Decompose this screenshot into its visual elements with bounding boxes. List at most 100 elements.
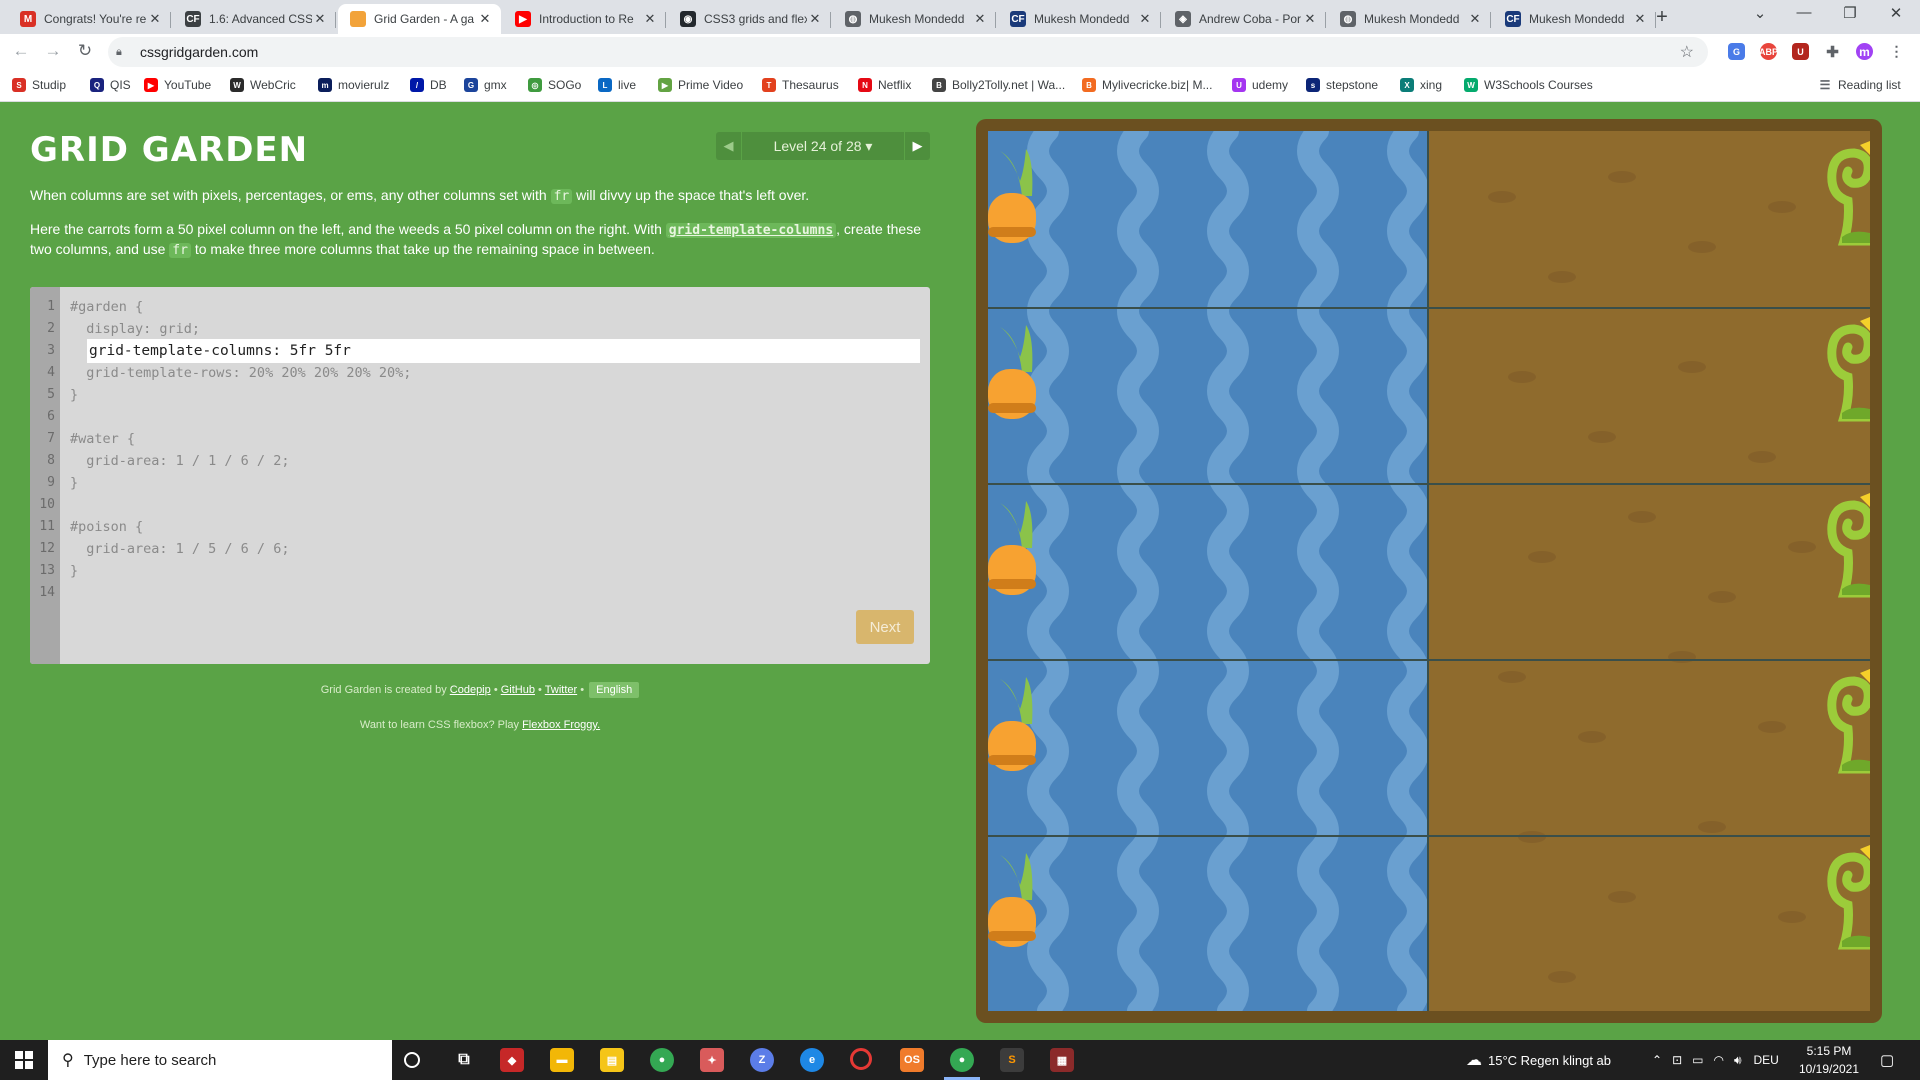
next-level-icon[interactable]: ▶ bbox=[904, 132, 930, 160]
level-indicator[interactable]: Level 24 of 28 ▾ bbox=[742, 138, 904, 155]
bookmark-item[interactable]: B Bolly2Tolly.net | Wa... bbox=[932, 78, 1065, 92]
translate-extension-icon[interactable]: G bbox=[1728, 43, 1745, 60]
address-bar[interactable]: 🔒︎ cssgridgarden.com ☆ bbox=[108, 37, 1708, 67]
close-tab-icon[interactable]: ✕ bbox=[972, 11, 988, 27]
close-tab-icon[interactable]: ✕ bbox=[1302, 11, 1318, 27]
sticky-notes-icon[interactable]: ▤ bbox=[600, 1048, 624, 1072]
os-app-icon[interactable]: OS bbox=[900, 1048, 924, 1072]
reading-list-button[interactable]: ☰ Reading list bbox=[1818, 78, 1901, 92]
forward-icon[interactable]: → bbox=[42, 41, 64, 61]
twitter-link[interactable]: Twitter bbox=[545, 684, 577, 696]
bookmark-item[interactable]: Q QIS bbox=[90, 78, 131, 92]
edge-icon[interactable]: e bbox=[800, 1048, 824, 1072]
bookmark-item[interactable]: Llive bbox=[598, 78, 636, 92]
bookmark-item[interactable]: Uudemy bbox=[1232, 78, 1288, 92]
browser-tab[interactable]: CF 1.6: Advanced CSS ✕ bbox=[173, 4, 336, 34]
close-tab-icon[interactable]: ✕ bbox=[312, 11, 328, 27]
app-icon-red[interactable]: ◆ bbox=[500, 1048, 524, 1072]
browser-tab[interactable]: M Congrats! You're re ✕ bbox=[8, 4, 171, 34]
browser-tab[interactable]: ◍ Mukesh Mondedd ✕ bbox=[1328, 4, 1491, 34]
bookmark-item[interactable]: m movierulz bbox=[318, 78, 389, 92]
browser-tab[interactable]: ◍ Mukesh Mondedd ✕ bbox=[833, 4, 996, 34]
file-explorer-icon[interactable]: ▬ bbox=[550, 1048, 574, 1072]
browser-tab[interactable]: Grid Garden - A ga ✕ bbox=[338, 4, 501, 34]
new-tab-icon[interactable]: + bbox=[1650, 6, 1674, 29]
chrome-active-icon[interactable]: ● bbox=[950, 1048, 974, 1072]
weather-widget[interactable]: ☁ 15°C Regen klingt ab bbox=[1466, 1040, 1611, 1080]
bookmark-star-icon[interactable]: ☆ bbox=[1680, 42, 1694, 62]
bookmark-item[interactable]: ◎ SOGo bbox=[528, 78, 581, 92]
bookmark-label: SOGo bbox=[548, 78, 582, 92]
close-tab-icon[interactable]: ✕ bbox=[1467, 11, 1483, 27]
bookmark-item[interactable]: Ggmx bbox=[464, 78, 507, 92]
browser-tab[interactable]: ◉ CSS3 grids and flex ✕ bbox=[668, 4, 831, 34]
close-window-icon[interactable]: ✕ bbox=[1876, 4, 1916, 22]
volume-icon[interactable]: 🔊︎ bbox=[1734, 1053, 1742, 1068]
next-button[interactable]: Next bbox=[856, 610, 914, 644]
profile-avatar[interactable]: m bbox=[1856, 43, 1873, 60]
task-view-icon[interactable]: ⧉ bbox=[452, 1048, 476, 1072]
bookmark-item[interactable]: W WebCric bbox=[230, 78, 296, 92]
wifi-icon[interactable]: ◠ bbox=[1713, 1053, 1723, 1067]
opera-icon[interactable] bbox=[850, 1048, 872, 1070]
start-button[interactable] bbox=[0, 1040, 48, 1080]
chrome-icon[interactable]: ● bbox=[650, 1048, 674, 1072]
game-icon[interactable]: ✦ bbox=[700, 1048, 724, 1072]
close-tab-icon[interactable]: ✕ bbox=[1137, 11, 1153, 27]
answer-input[interactable] bbox=[87, 339, 920, 363]
browser-tab[interactable]: ◈ Andrew Coba - Por ✕ bbox=[1163, 4, 1326, 34]
battery-icon[interactable]: ▭ bbox=[1692, 1053, 1703, 1067]
zoom-icon[interactable]: Z bbox=[750, 1048, 774, 1072]
previous-level-icon[interactable]: ◀ bbox=[716, 132, 742, 160]
input-language[interactable]: DEU bbox=[1754, 1053, 1779, 1067]
bookmark-item[interactable]: Xxing bbox=[1400, 78, 1442, 92]
browser-menu-icon[interactable]: ⋮ bbox=[1888, 43, 1905, 60]
browser-tab[interactable]: ▶ Introduction to Re ✕ bbox=[503, 4, 666, 34]
tray-icons: ⌃ ⊡ ▭ ◠ 🔊︎ DEU bbox=[1652, 1040, 1779, 1080]
cortana-icon[interactable] bbox=[404, 1052, 420, 1068]
adblock-extension-icon[interactable]: ABP bbox=[1759, 43, 1778, 60]
bookmark-item[interactable]: N Netflix bbox=[858, 78, 911, 92]
bookmark-favicon-icon: B bbox=[1082, 78, 1096, 92]
network-drive-icon[interactable]: ⊡ bbox=[1672, 1053, 1682, 1067]
inline-code-grid-template-columns[interactable]: grid-template-columns bbox=[665, 223, 837, 238]
close-tab-icon[interactable]: ✕ bbox=[807, 11, 823, 27]
winrar-icon[interactable]: ▦ bbox=[1050, 1048, 1074, 1072]
ublock-extension-icon[interactable]: U bbox=[1792, 43, 1809, 60]
extensions-puzzle-icon[interactable]: ✚ bbox=[1824, 43, 1841, 61]
taskbar-search-box[interactable]: ⚲ Type here to search bbox=[48, 1040, 392, 1080]
restore-icon[interactable]: ❐ bbox=[1830, 4, 1870, 22]
close-tab-icon[interactable]: ✕ bbox=[147, 11, 163, 27]
github-link[interactable]: GitHub bbox=[501, 684, 535, 696]
reload-icon[interactable]: ↻ bbox=[74, 41, 96, 61]
tab-search-icon[interactable]: ⌄ bbox=[1740, 4, 1780, 22]
reading-list-icon: ☰ bbox=[1819, 78, 1831, 92]
soil-spot bbox=[1608, 171, 1636, 183]
bookmark-item[interactable]: B Mylivecricke.biz| M... bbox=[1082, 78, 1212, 92]
close-tab-icon[interactable]: ✕ bbox=[477, 11, 493, 27]
bookmark-item[interactable]: s stepstone bbox=[1306, 78, 1378, 92]
browser-tab[interactable]: CF Mukesh Mondedd ✕ bbox=[1493, 4, 1656, 34]
bookmark-item[interactable]: / DB bbox=[410, 78, 447, 92]
close-tab-icon[interactable]: ✕ bbox=[642, 11, 658, 27]
sublime-text-icon[interactable]: S bbox=[1000, 1048, 1024, 1072]
bookmark-item[interactable]: W W3Schools Courses bbox=[1464, 78, 1593, 92]
soil-spot bbox=[1608, 891, 1636, 903]
lock-icon[interactable]: 🔒︎ bbox=[116, 46, 132, 59]
back-icon[interactable]: ← bbox=[10, 41, 32, 61]
bookmark-item[interactable]: ▶ YouTube bbox=[144, 78, 211, 92]
notification-center-icon[interactable]: ▢ bbox=[1880, 1040, 1894, 1080]
close-tab-icon[interactable]: ✕ bbox=[1632, 11, 1648, 27]
codepip-link[interactable]: Codepip bbox=[450, 684, 491, 696]
bookmark-item[interactable]: ▶ Prime Video bbox=[658, 78, 743, 92]
bookmark-item[interactable]: S Studip bbox=[12, 78, 66, 92]
bookmark-item[interactable]: T Thesaurus bbox=[762, 78, 839, 92]
system-clock[interactable]: 5:15 PM 10/19/2021 bbox=[1796, 1042, 1862, 1078]
browser-tab[interactable]: CF Mukesh Mondedd ✕ bbox=[998, 4, 1161, 34]
flexbox-froggy-link[interactable]: Flexbox Froggy. bbox=[522, 719, 600, 731]
language-selector[interactable]: English bbox=[589, 682, 640, 698]
minimize-icon[interactable]: — bbox=[1784, 4, 1824, 21]
chevron-up-icon[interactable]: ⌃ bbox=[1652, 1053, 1662, 1067]
bookmark-label: W3Schools Courses bbox=[1484, 78, 1593, 92]
water-wave bbox=[1297, 131, 1339, 1011]
